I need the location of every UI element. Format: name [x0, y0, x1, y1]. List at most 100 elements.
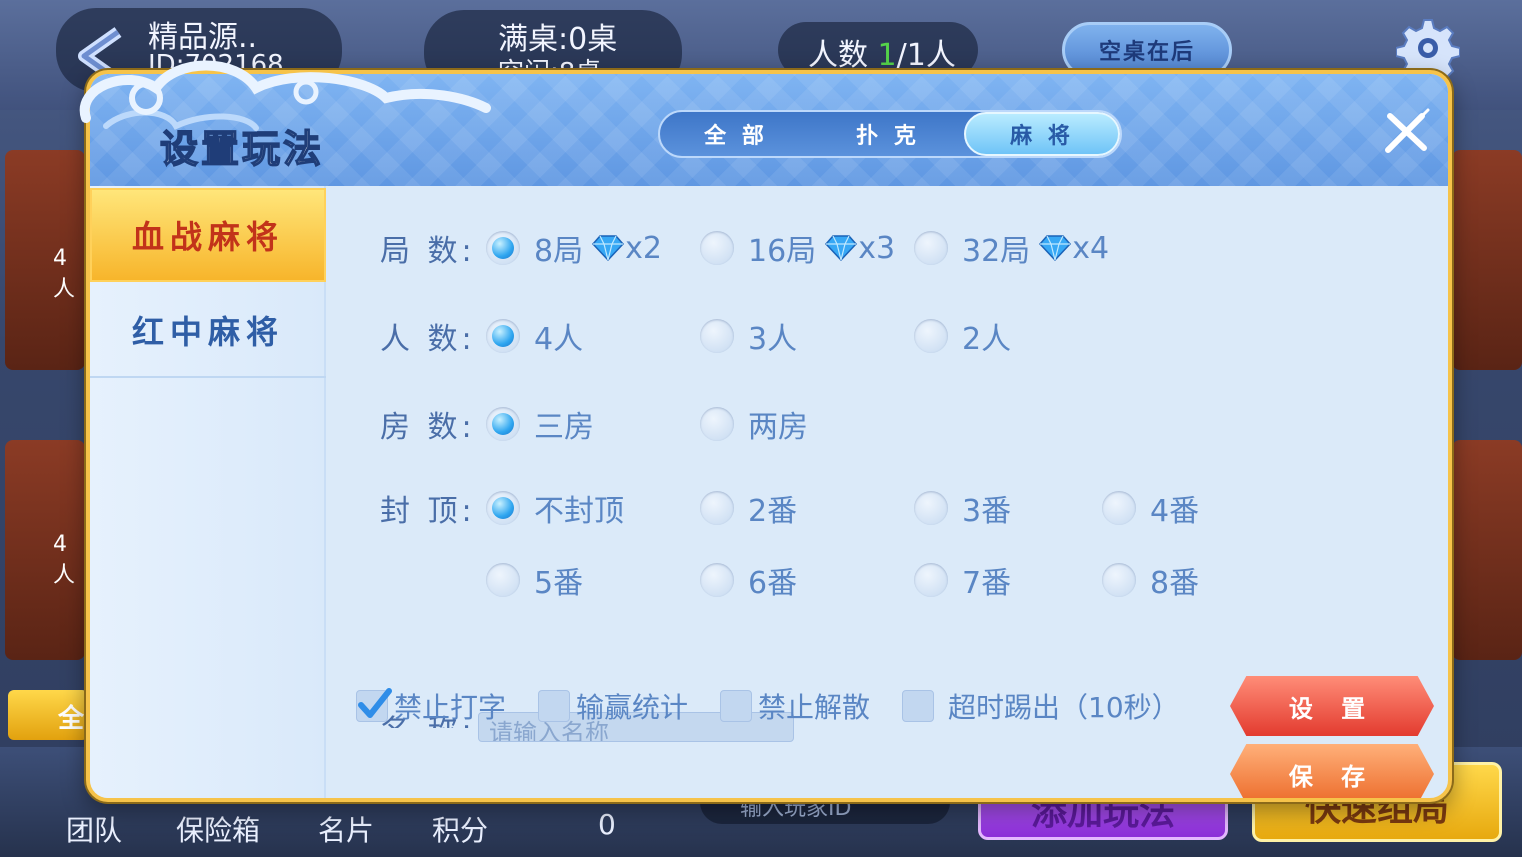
players-suffix: /1人: [896, 38, 956, 73]
radio-selected-icon[interactable]: [486, 231, 520, 265]
set-button[interactable]: 设 置: [1230, 676, 1434, 736]
radio-selected-icon[interactable]: [486, 407, 520, 441]
option-multiplier: x4: [1072, 230, 1110, 266]
option-text: 4人: [534, 322, 584, 357]
cap-option-5[interactable]: 5番: [486, 558, 583, 602]
cap-option-3[interactable]: 3番: [914, 486, 1011, 530]
players-option-2[interactable]: 2人: [914, 314, 1011, 358]
team-button[interactable]: 团队: [66, 809, 122, 849]
players-current: 1: [877, 38, 897, 73]
radio-unselected-icon[interactable]: [700, 231, 734, 265]
radio-unselected-icon[interactable]: [700, 563, 734, 597]
cap-option-6[interactable]: 6番: [700, 558, 797, 602]
checkbox-win-stats[interactable]: 输赢统计: [538, 686, 688, 726]
option-text: 两房: [748, 410, 808, 445]
checkbox-no-dismiss[interactable]: 禁止解散: [720, 686, 870, 726]
checkbox-label: 输赢统计: [576, 691, 689, 724]
cap-label: 封 顶:: [380, 494, 476, 529]
houses-label: 房 数:: [380, 410, 476, 445]
rounds-label: 局 数:: [380, 234, 476, 269]
cap-option-none[interactable]: 不封顶: [486, 486, 624, 530]
save-button[interactable]: 保 存: [1230, 744, 1434, 798]
option-text: 8番: [1150, 566, 1200, 601]
lobby-table-2[interactable]: 4人: [5, 440, 85, 660]
option-text: 6番: [748, 566, 798, 601]
game-type-menu: 血战麻将 红中麻将: [90, 186, 326, 798]
diamond-icon: [825, 235, 858, 261]
cap-option-7[interactable]: 7番: [914, 558, 1011, 602]
radio-unselected-icon[interactable]: [700, 319, 734, 353]
houses-option-two[interactable]: 两房: [700, 402, 808, 446]
radio-unselected-icon[interactable]: [700, 407, 734, 441]
cloud-ornament-icon: [79, 60, 491, 131]
rounds-option-8[interactable]: 8局 x2: [486, 226, 662, 270]
checkmark-icon: [358, 688, 392, 718]
checkbox-box[interactable]: [902, 690, 934, 722]
tab-all[interactable]: 全 部: [660, 112, 812, 156]
menu-item-hongzhong[interactable]: 红中麻将: [90, 284, 326, 378]
cap-option-2[interactable]: 2番: [700, 486, 797, 530]
cap-option-8[interactable]: 8番: [1102, 558, 1199, 602]
option-text: 16局: [748, 234, 817, 269]
radio-unselected-icon[interactable]: [1102, 491, 1136, 525]
checkbox-label: 禁止打字: [394, 691, 507, 724]
rounds-option-16[interactable]: 16局 x3: [700, 226, 895, 270]
checkbox-no-typing[interactable]: 禁止打字: [356, 686, 506, 726]
option-text: 3人: [748, 322, 798, 357]
option-text: 32局: [962, 234, 1031, 269]
options-panel: 局 数: 8局 x2 16局 x3 32局 x4 人 数: 4人 3人 2人 房…: [326, 186, 1448, 798]
option-text: 4番: [1150, 494, 1200, 529]
option-text: 5番: [534, 566, 584, 601]
lobby-table-4[interactable]: [1452, 440, 1522, 660]
checkbox-box[interactable]: [356, 688, 392, 722]
checkbox-label: 禁止解散: [758, 691, 871, 724]
diamond-icon: [592, 235, 625, 261]
players-label: 人 数:: [380, 322, 476, 357]
players-option-3[interactable]: 3人: [700, 314, 797, 358]
lobby-table-3[interactable]: [1452, 150, 1522, 370]
rounds-option-32[interactable]: 32局 x4: [914, 226, 1109, 270]
points-button[interactable]: 积分: [432, 809, 488, 849]
option-text: 2番: [748, 494, 798, 529]
houses-option-three[interactable]: 三房: [486, 402, 594, 446]
all-tables-tab[interactable]: 全: [8, 690, 88, 740]
option-text: 三房: [534, 410, 594, 445]
radio-selected-icon[interactable]: [486, 319, 520, 353]
tab-mahjong[interactable]: 麻 将: [964, 112, 1120, 156]
radio-unselected-icon[interactable]: [914, 231, 948, 265]
tab-poker[interactable]: 扑 克: [812, 112, 964, 156]
option-text: 3番: [962, 494, 1012, 529]
category-tabs: 全 部 扑 克 麻 将: [658, 110, 1122, 158]
table-seat-label: 4人: [53, 532, 76, 588]
option-text: 7番: [962, 566, 1012, 601]
points-value: 0: [598, 808, 616, 841]
checkbox-box[interactable]: [538, 690, 570, 722]
radio-unselected-icon[interactable]: [1102, 563, 1136, 597]
radio-unselected-icon[interactable]: [700, 491, 734, 525]
radio-selected-icon[interactable]: [486, 491, 520, 525]
table-seat-label: 4人: [53, 246, 76, 302]
option-multiplier: x3: [858, 230, 896, 266]
option-multiplier: x2: [625, 230, 662, 266]
radio-unselected-icon[interactable]: [486, 563, 520, 597]
radio-unselected-icon[interactable]: [914, 563, 948, 597]
option-text: 不封顶: [534, 494, 624, 529]
radio-unselected-icon[interactable]: [914, 491, 948, 525]
safe-box-button[interactable]: 保险箱: [176, 809, 260, 849]
players-option-4[interactable]: 4人: [486, 314, 583, 358]
menu-item-xuezhan[interactable]: 血战麻将: [90, 188, 326, 282]
checkbox-label: 超时踢出（10秒）: [948, 691, 1180, 724]
set-play-dialog: 设置玩法 全 部 扑 克 麻 将 血战麻将 红中麻将 局 数: 8局 x2 16…: [86, 70, 1452, 802]
close-icon[interactable]: [1382, 108, 1430, 156]
players-prefix: 人数: [808, 38, 878, 73]
radio-unselected-icon[interactable]: [914, 319, 948, 353]
cap-option-4[interactable]: 4番: [1102, 486, 1199, 530]
players-count: 人数 1/1人: [808, 30, 956, 74]
lobby-table-1[interactable]: 4人: [5, 150, 85, 370]
option-text: 2人: [962, 322, 1012, 357]
checkbox-box[interactable]: [720, 690, 752, 722]
checkbox-timeout-kick[interactable]: 超时踢出（10秒）: [902, 686, 1180, 726]
card-button[interactable]: 名片: [318, 809, 374, 849]
option-text: 8局: [534, 234, 584, 269]
diamond-icon: [1039, 235, 1072, 261]
